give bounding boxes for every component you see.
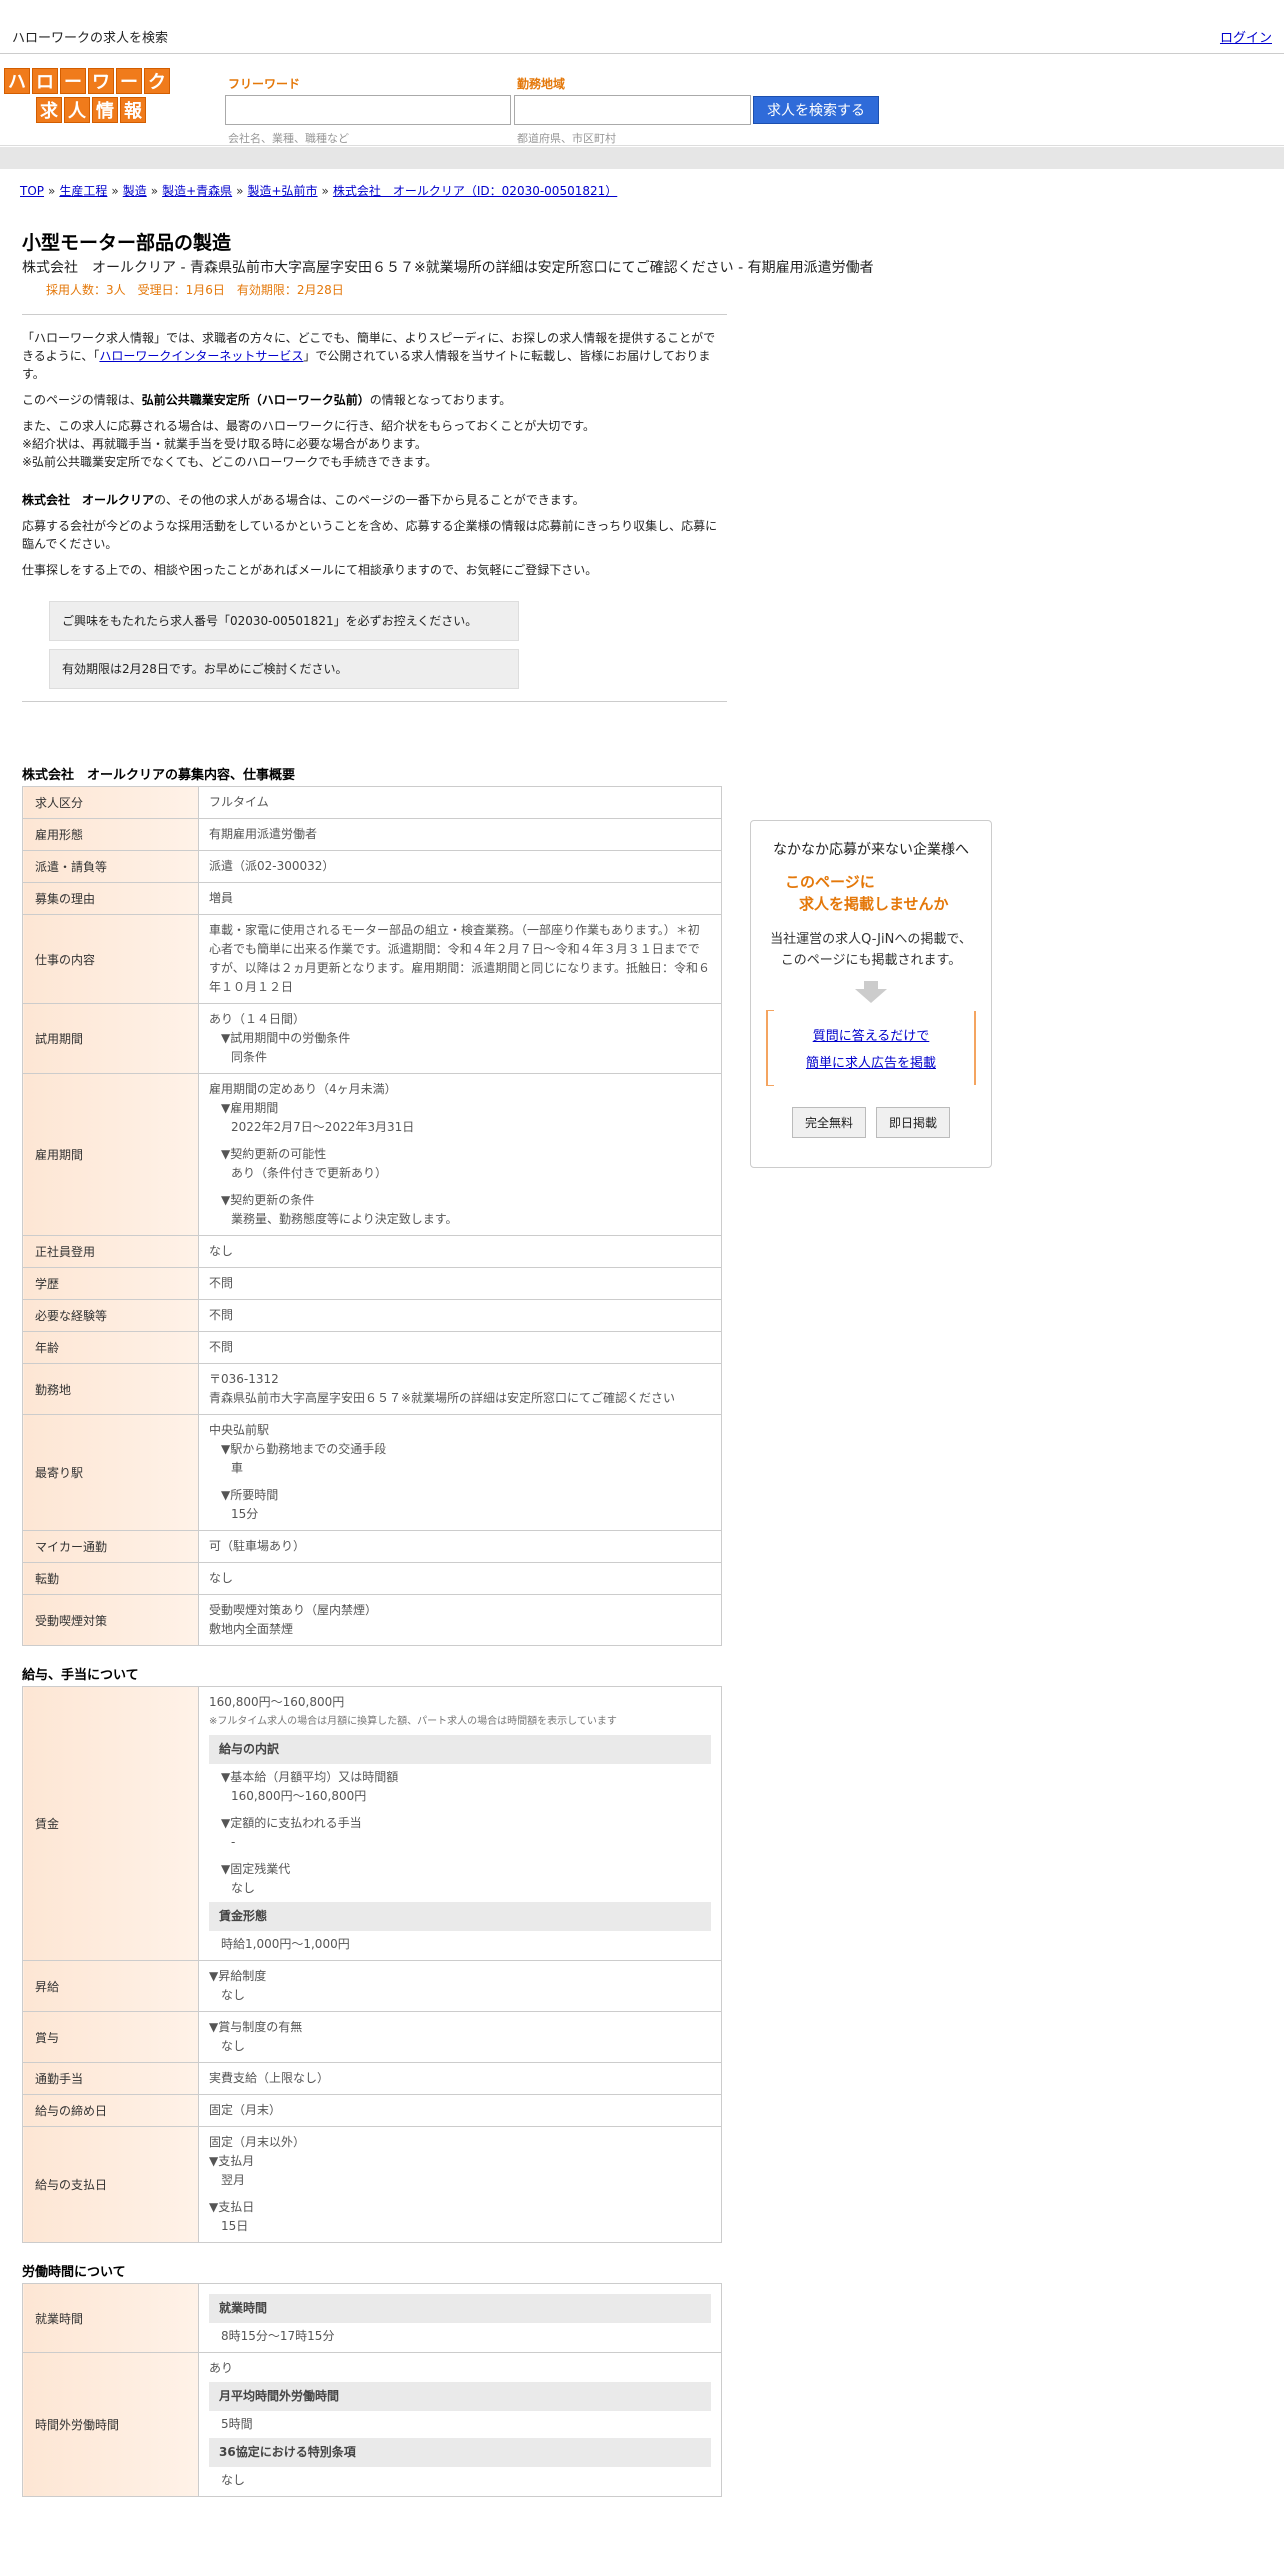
gray-strip <box>0 147 1284 169</box>
freeword-label: フリーワード <box>228 77 301 91</box>
logo-char: ハ <box>4 68 30 94</box>
sidebox-links: 質問に答えるだけで 簡単に求人広告を掲載 <box>766 1010 976 1086</box>
breadcrumb-top[interactable]: TOP <box>20 184 44 198</box>
job-meta: 採用人数：3人 受理日：1月6日 有効期限：2月28日 <box>46 283 344 297</box>
intro-paragraph: 株式会社 オールクリアの、その他の求人がある場合は、このページの一番下から見るこ… <box>22 493 585 507</box>
logo-char: 情 <box>92 97 118 123</box>
table-row: 求人区分 フルタイム <box>22 786 722 819</box>
breadcrumb-city[interactable]: 製造+弘前市 <box>247 184 317 198</box>
hellowork-internet-link[interactable]: ハローワークインターネットサービス <box>99 349 303 363</box>
main-content: 小型モーター部品の製造 株式会社 オールクリア - 青森県弘前市大字高屋字安田６… <box>22 228 874 2497</box>
table-row: 必要な経験等 不問 <box>22 1299 722 1332</box>
intro-text: 「ハローワーク求人情報」では、求職者の方々に、どこでも、簡単に、よりスピーディに… <box>22 329 727 579</box>
table-row: 転勤 なし <box>22 1562 722 1595</box>
table-row: 受動喫煙対策 受動喫煙対策あり（屋内禁煙） 敷地内全面禁煙 <box>22 1594 722 1646</box>
login-link[interactable]: ログイン <box>1220 27 1272 46</box>
table-row: 給与の支払日 固定（月末以外） ▼支払月 翌月 ▼支払日 15日 <box>22 2126 722 2243</box>
breadcrumb: TOP» 生産工程» 製造» 製造+青森県» 製造+弘前市» 株式会社 オールクリア（ID… <box>20 184 618 198</box>
table-row: 年齢 不問 <box>22 1331 722 1364</box>
intro-paragraph: このページの情報は、弘前公共職業安定所（ハローワーク弘前）の情報となっております… <box>22 393 512 407</box>
expiry-notice: 有効期限は2月28日です。お早めにご検討ください。 <box>49 649 519 689</box>
job-number-notice: ご興味をもたれたら求人番号「02030-00501821」を必ずお控えください。 <box>49 601 519 641</box>
table-row: 学歴 不問 <box>22 1267 722 1300</box>
hellowork-logo[interactable]: ハ ロ ー ワ ー ク 求 人 情 報 <box>4 68 180 126</box>
sidebox-buttons: 完全無料 即日掲載 <box>751 1107 991 1138</box>
table-row: マイカー通勤 可（駐車場あり） <box>22 1530 722 1563</box>
table-row: 仕事の内容 車載・家電に使用されるモーター部品の組立・検査業務。（一部座り作業もあ… <box>22 914 722 1004</box>
logo-char: 人 <box>64 97 90 123</box>
search-button[interactable]: 求人を検索する <box>753 96 879 124</box>
freeword-input[interactable] <box>225 95 511 125</box>
job-title: 小型モーター部品の製造 <box>22 232 232 254</box>
post-ad-link-2[interactable]: 簡単に求人広告を掲載 <box>806 1052 936 1071</box>
top-bar: ハローワークの求人を検索 ログイン <box>0 0 1284 54</box>
salary-table: 賃金 160,800円〜160,800円 ※フルタイム求人の場合は月額に換算した額… <box>22 1686 722 2243</box>
table-row: 通勤手当 実費支給（上限なし） <box>22 2062 722 2095</box>
section-salary-title: 給与、手当について <box>22 1668 139 1683</box>
recruitment-table: 求人区分 フルタイム 雇用形態 有期雇用派遣労働者 派遣・請負等 派遣（派02-300… <box>22 786 722 1646</box>
sidebox-description: 当社運営の求人Q-JiNへの掲載で、 このページにも掲載されます。 <box>770 932 972 968</box>
breadcrumb-pref[interactable]: 製造+青森県 <box>162 184 232 198</box>
sidebox-title: なかなか応募が来ない企業様へ <box>773 842 969 858</box>
breadcrumb-company[interactable]: 株式会社 オールクリア（ID：02030-00501821） <box>333 184 617 198</box>
intro-paragraph: また、この求人に応募される場合は、最寄のハローワークに行き、紹介状をもらっておく… <box>22 419 596 469</box>
advertise-sidebox: なかなか応募が来ない企業様へ このページに 求人を掲載しませんか 当社運営の求人Q… <box>750 820 992 1168</box>
section-hours-title: 労働時間について <box>22 2265 126 2280</box>
table-row: 勤務地 〒036-1312 青森県弘前市大字高屋字安田６５７※就業場所の詳細は安定… <box>22 1363 722 1415</box>
table-row: 賞与 ▼賞与制度の有無 なし <box>22 2011 722 2063</box>
site-title: ハローワークの求人を検索 <box>12 31 169 46</box>
logo-char: 報 <box>120 97 146 123</box>
area-label: 勤務地域 <box>517 77 566 91</box>
logo-char: ー <box>60 68 86 94</box>
sidebox-headline: このページに 求人を掲載しませんか <box>785 873 949 913</box>
area-hint: 都道府県、市区町村 <box>517 132 616 145</box>
table-row: 派遣・請負等 派遣（派02-300032） <box>22 850 722 883</box>
logo-char: ク <box>144 68 170 94</box>
table-row: 試用期間 あり（１４日間） ▼試用期間中の労働条件 同条件 <box>22 1003 722 1074</box>
down-arrow-icon <box>864 981 878 989</box>
logo-char: ワ <box>88 68 114 94</box>
intro-paragraph: 応募する会社が今どのような採用活動をしているかということを含め、応募する企業様の… <box>22 519 718 551</box>
table-row: 雇用形態 有期雇用派遣労働者 <box>22 818 722 851</box>
table-row: 時間外労働時間 あり 月平均時間外労働時間 5時間 36協定における特別条項 なし <box>22 2352 722 2497</box>
table-row: 賃金 160,800円〜160,800円 ※フルタイム求人の場合は月額に換算した額… <box>22 1686 722 1961</box>
logo-row-1: ハ ロ ー ワ ー ク <box>4 68 180 94</box>
free-button[interactable]: 完全無料 <box>791 1107 866 1138</box>
table-row: 昇給 ▼昇給制度 なし <box>22 1960 722 2012</box>
section-recruitment-title: 株式会社 オールクリアの募集内容、仕事概要 <box>22 768 296 783</box>
intro-paragraph: 仕事探しをする上での、相談や困ったことがあればメールにて相談承りますので、お気軽… <box>22 563 598 577</box>
breadcrumb-category[interactable]: 生産工程 <box>59 184 107 198</box>
post-ad-link[interactable]: 質問に答えるだけで <box>813 1025 930 1044</box>
same-day-button[interactable]: 即日掲載 <box>876 1107 951 1138</box>
hours-table: 就業時間 就業時間 8時15分〜17時15分 時間外労働時間 あり 月平均時間外労働… <box>22 2283 722 2497</box>
table-row: 正社員登用 なし <box>22 1235 722 1268</box>
freeword-hint: 会社名、業種、職種など <box>228 132 349 145</box>
down-arrow-icon <box>855 989 887 1003</box>
table-row: 就業時間 就業時間 8時15分〜17時15分 <box>22 2283 722 2353</box>
table-row: 募集の理由 増員 <box>22 882 722 915</box>
area-input[interactable] <box>514 95 751 125</box>
table-row: 給与の締め日 固定（月末） <box>22 2094 722 2127</box>
logo-char: ー <box>116 68 142 94</box>
logo-char: ロ <box>32 68 58 94</box>
logo-row-2: 求 人 情 報 <box>4 97 180 123</box>
logo-char: 求 <box>36 97 62 123</box>
intro-paragraph: 「ハローワーク求人情報」では、求職者の方々に、どこでも、簡単に、よりスピーディに… <box>22 331 716 381</box>
table-row: 雇用期間 雇用期間の定めあり（4ヶ月未満） ▼雇用期間 2022年2月7日〜2022… <box>22 1073 722 1236</box>
table-row: 最寄り駅 中央弘前駅 ▼駅から勤務地までの交通手段車 ▼所要時間 15分 <box>22 1414 722 1531</box>
divider <box>22 701 727 702</box>
company-line: 株式会社 オールクリア - 青森県弘前市大字高屋字安田６５７※就業場所の詳細は安… <box>22 260 874 276</box>
breadcrumb-sub[interactable]: 製造 <box>123 184 147 198</box>
divider <box>22 314 727 315</box>
